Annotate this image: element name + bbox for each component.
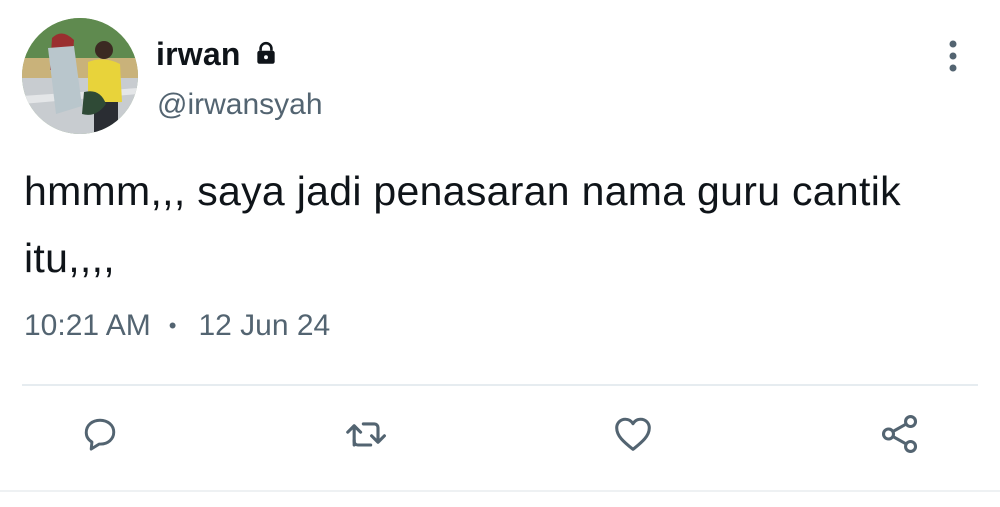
reply-icon [78, 412, 122, 461]
share-icon [877, 411, 923, 462]
action-bar [0, 412, 1000, 468]
lock-icon [253, 41, 279, 67]
tweet-time[interactable]: 10:21 AM [24, 309, 151, 343]
display-name[interactable]: irwan [156, 36, 241, 73]
heart-icon [610, 411, 656, 462]
tweet-card: irwan @irwansyah hmmm,,, saya jadi penas… [0, 0, 1000, 507]
tweet-text: hmmm,,, saya jadi penasaran nama guru ca… [24, 168, 901, 281]
tweet-date[interactable]: 12 Jun 24 [198, 309, 330, 343]
author-name-row: irwan [156, 34, 279, 74]
share-button[interactable] [876, 412, 924, 460]
meta-separator: • [168, 313, 177, 338]
retweet-button[interactable] [343, 412, 391, 460]
bottom-divider [0, 490, 1000, 492]
avatar[interactable] [22, 18, 138, 134]
more-options-icon[interactable] [938, 38, 968, 74]
like-button[interactable] [609, 412, 657, 460]
divider [22, 384, 978, 386]
avatar-photo [22, 18, 138, 134]
tweet-meta: 10:21 AM • 12 Jun 24 [24, 309, 330, 343]
reply-button[interactable] [76, 412, 124, 460]
handle[interactable]: @irwansyah [157, 88, 323, 122]
retweet-icon [343, 412, 391, 461]
